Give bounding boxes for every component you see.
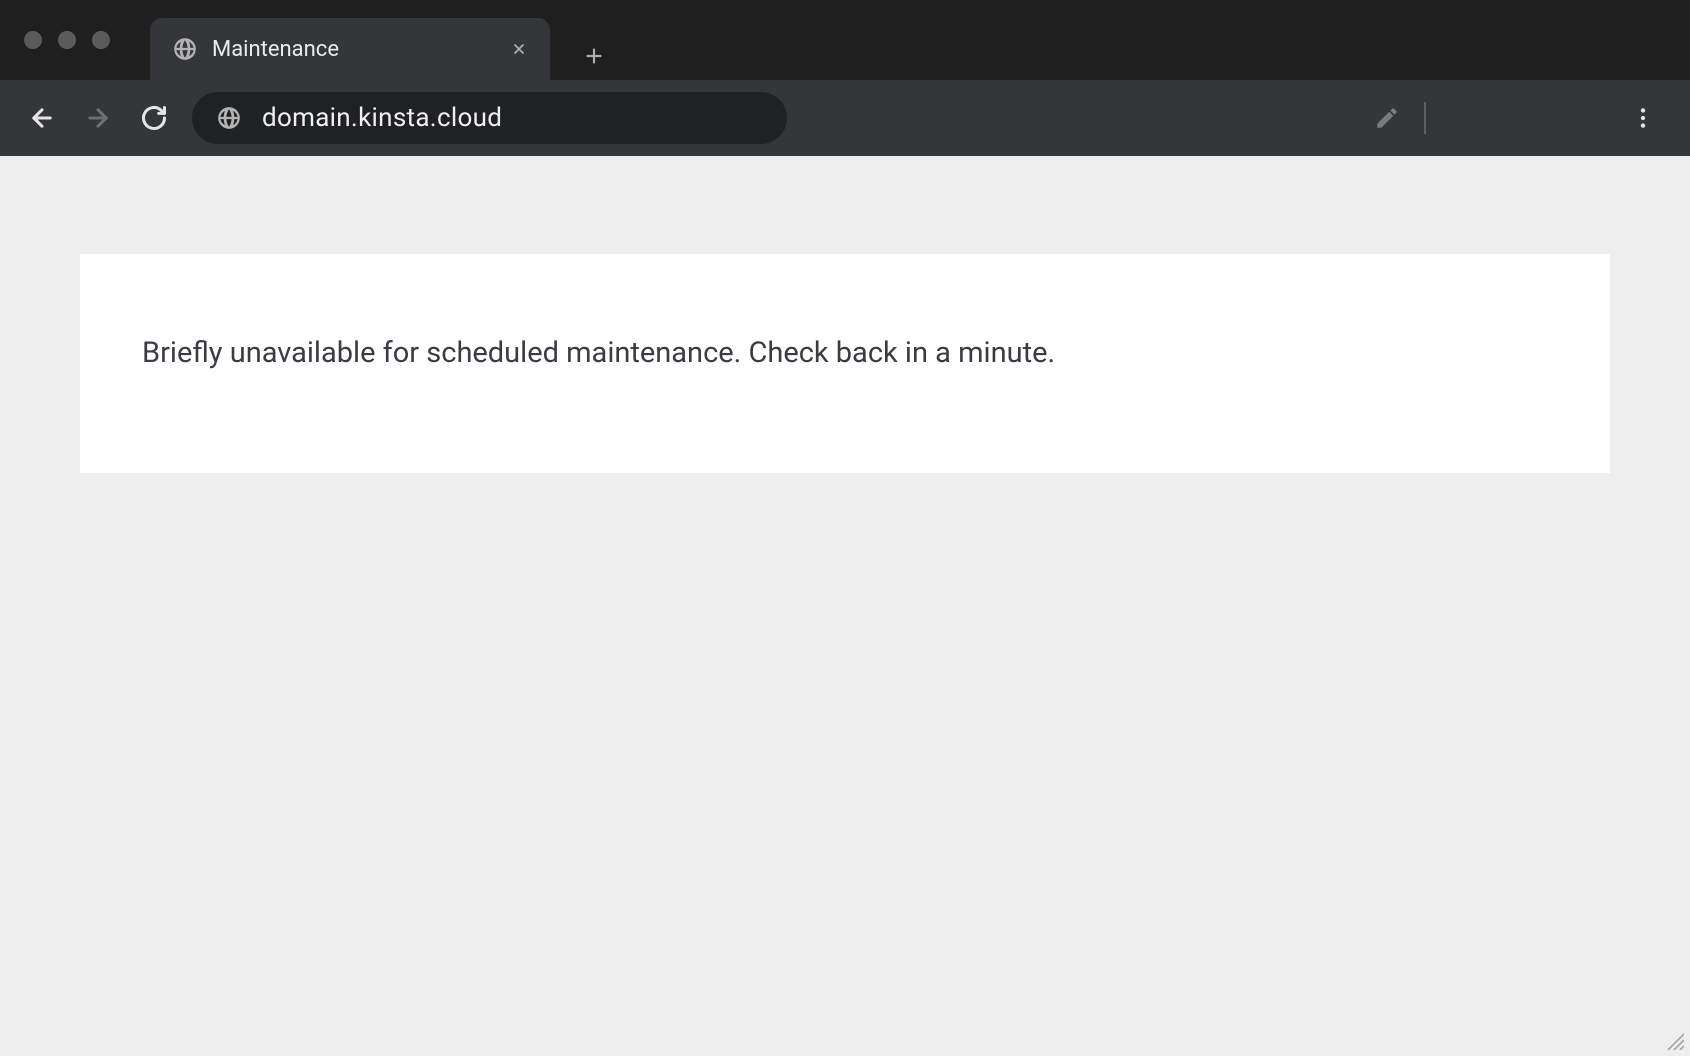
tab-strip: Maintenance (150, 0, 618, 80)
toolbar: domain.kinsta.cloud (0, 80, 1690, 156)
address-bar[interactable]: domain.kinsta.cloud (192, 92, 787, 144)
content-card: Briefly unavailable for scheduled mainte… (80, 254, 1610, 473)
window-close-button[interactable] (24, 31, 42, 49)
maintenance-message: Briefly unavailable for scheduled mainte… (142, 334, 1548, 373)
window-maximize-button[interactable] (92, 31, 110, 49)
toolbar-right (1374, 102, 1666, 134)
resize-handle-icon[interactable] (1664, 1030, 1684, 1050)
reload-button[interactable] (136, 100, 172, 136)
more-menu-icon[interactable] (1630, 105, 1656, 131)
browser-tab[interactable]: Maintenance (150, 18, 550, 80)
close-icon[interactable] (510, 40, 528, 58)
window-controls (24, 31, 110, 49)
window-minimize-button[interactable] (58, 31, 76, 49)
new-tab-button[interactable] (570, 32, 618, 80)
page-viewport: Briefly unavailable for scheduled mainte… (0, 156, 1690, 1056)
tab-title: Maintenance (212, 37, 496, 62)
site-info-icon[interactable] (216, 105, 242, 131)
toolbar-divider (1424, 102, 1426, 134)
globe-icon (172, 36, 198, 62)
url-text: domain.kinsta.cloud (262, 103, 502, 133)
forward-button[interactable] (80, 100, 116, 136)
titlebar: Maintenance (0, 0, 1690, 80)
back-button[interactable] (24, 100, 60, 136)
edit-icon[interactable] (1374, 105, 1400, 131)
